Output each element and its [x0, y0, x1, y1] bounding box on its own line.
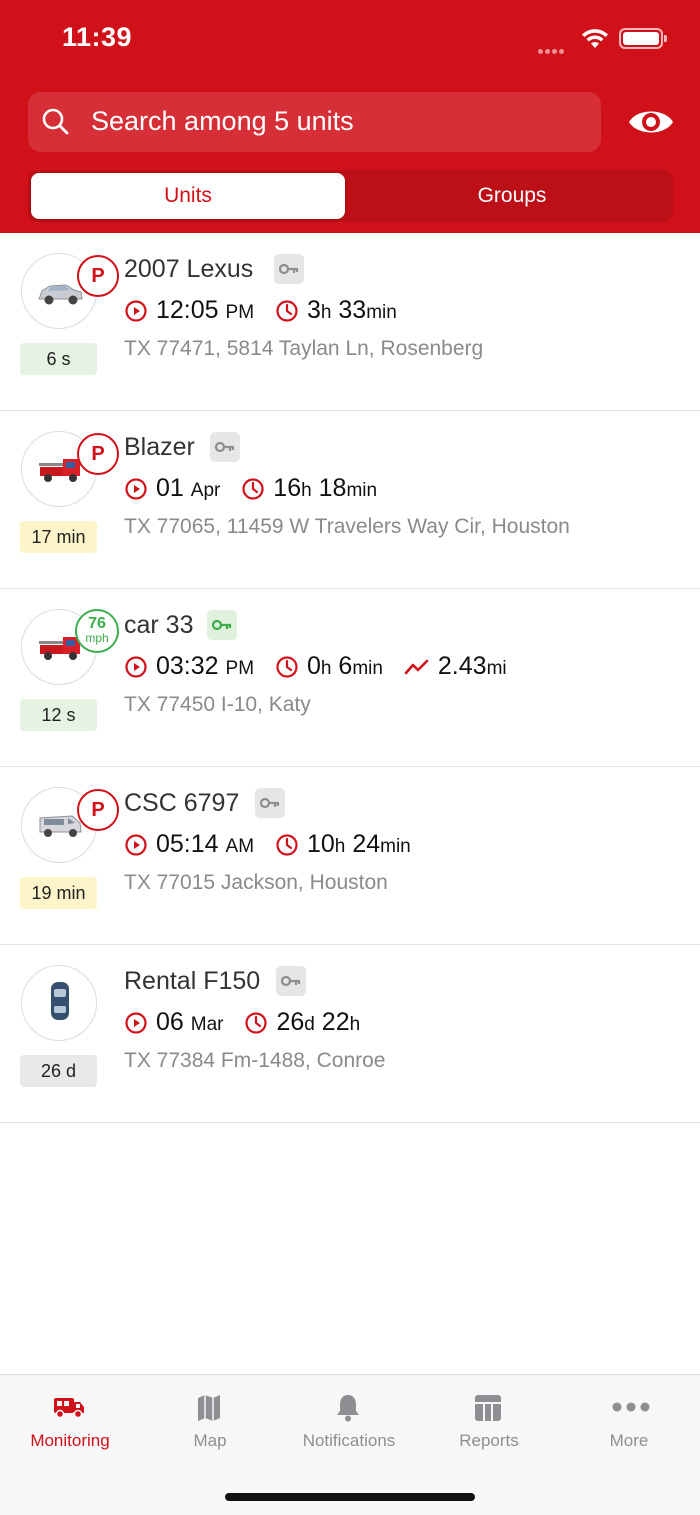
last-event-time: 03:32 PM: [124, 652, 254, 681]
tab-more[interactable]: More: [559, 1375, 699, 1465]
last-message-age-badge: 26 d: [20, 1055, 97, 1087]
last-event-time: 01 Apr: [124, 474, 220, 503]
unit-row[interactable]: 26 d Rental F150 06 Mar 26d 22h TX 77384…: [0, 945, 700, 1123]
status-bar-time: 11:39: [62, 22, 133, 52]
ignition-key-icon: [276, 966, 306, 996]
unit-row[interactable]: 76 mph 12 s car 33 03:32 PM 0h 6min 2.43…: [0, 589, 700, 767]
last-event-time: 12:05 PM: [124, 296, 254, 325]
play-circle-icon: [125, 834, 147, 856]
units-groups-segmented-control: Units Groups: [28, 170, 673, 222]
last-message-age-badge: 6 s: [20, 343, 97, 375]
duration: 16h 18min: [241, 474, 377, 503]
ignition-key-on-icon: [207, 610, 237, 640]
search-placeholder: Search among 5 units: [91, 106, 354, 136]
last-message-age-badge: 12 s: [20, 699, 97, 731]
unit-address: TX 77450 I-10, Katy: [124, 693, 311, 716]
unit-row[interactable]: P 6 s 2007 Lexus 12:05 PM 3h 33min TX 77…: [0, 233, 700, 411]
unit-name: car 33: [124, 611, 194, 639]
wifi-icon: [582, 29, 608, 48]
duration: 3h 33min: [275, 296, 397, 325]
ignition-key-icon: [210, 432, 240, 462]
unit-name: 2007 Lexus: [124, 255, 254, 283]
speed-unit: mph: [85, 631, 109, 645]
car-top-view-icon: [51, 982, 69, 1020]
tab-notifications[interactable]: Notifications: [279, 1375, 419, 1465]
map-icon: [198, 1395, 220, 1421]
duration: 26d 22h: [244, 1008, 360, 1037]
tab-monitoring[interactable]: Monitoring: [0, 1375, 140, 1465]
unit-name: CSC 6797: [124, 789, 240, 817]
table-icon: [475, 1395, 501, 1421]
duration: 0h 6min: [275, 652, 383, 681]
unit-address: TX 77384 Fm-1488, Conroe: [124, 1049, 386, 1072]
ignition-key-icon: [274, 254, 304, 284]
unit-stats: 01 Apr 16h 18min: [124, 473, 391, 505]
unit-stats: 06 Mar 26d 22h: [124, 1007, 374, 1039]
unit-address: TX 77015 Jackson, Houston: [124, 871, 388, 894]
clock-icon: [242, 478, 264, 500]
speed-value: 76: [88, 615, 106, 632]
search-icon: [42, 108, 69, 135]
play-circle-icon: [125, 300, 147, 322]
unit-stats: 03:32 PM 0h 6min 2.43mi: [124, 651, 521, 683]
unit-name: Blazer: [124, 433, 195, 461]
last-event-time: 06 Mar: [124, 1008, 224, 1037]
parked-badge: P: [77, 433, 119, 475]
last-message-age-badge: 19 min: [20, 877, 97, 909]
last-message-age-badge: 17 min: [20, 521, 97, 553]
clock-icon: [276, 656, 298, 678]
app-header: 11:39 Search among 5 units Units Groups: [0, 0, 700, 233]
trip-distance: 2.43mi: [404, 652, 507, 681]
truck-icon: [54, 1398, 84, 1419]
tab-notifications-label: Notifications: [302, 1431, 396, 1450]
clock-icon: [276, 834, 298, 856]
unit-address: TX 77065, 11459 W Travelers Way Cir, Hou…: [124, 515, 570, 538]
tab-map[interactable]: Map: [140, 1375, 280, 1465]
unit-row[interactable]: P 19 min CSC 6797 05:14 AM 10h 24min TX …: [0, 767, 700, 945]
home-indicator: [225, 1493, 475, 1501]
unit-stats: 05:14 AM 10h 24min: [124, 829, 425, 861]
search-bar[interactable]: Search among 5 units: [28, 92, 601, 152]
segment-units[interactable]: Units: [31, 173, 345, 219]
tab-map-label: Map: [193, 1431, 227, 1450]
duration: 10h 24min: [275, 830, 411, 859]
ignition-key-icon: [255, 788, 285, 818]
last-event-time: 05:14 AM: [124, 830, 254, 859]
play-circle-icon: [125, 478, 147, 500]
speed-badge: 76 mph: [75, 609, 119, 653]
unit-row[interactable]: P 17 min Blazer 01 Apr 16h 18min TX 7706…: [0, 411, 700, 589]
parked-badge: P: [77, 789, 119, 831]
cellular-signal-icon: [538, 41, 572, 54]
more-dots-icon: [612, 1402, 650, 1412]
battery-icon: [619, 28, 667, 49]
unit-avatar: [21, 965, 97, 1041]
clock-icon: [276, 300, 298, 322]
tab-more-label: More: [609, 1431, 649, 1450]
tab-reports[interactable]: Reports: [419, 1375, 559, 1465]
parked-badge: P: [77, 255, 119, 297]
trend-line-icon: [404, 659, 429, 675]
clock-icon: [245, 1012, 268, 1034]
unit-stats: 12:05 PM 3h 33min: [124, 295, 411, 327]
unit-address: TX 77471, 5814 Taylan Ln, Rosenberg: [124, 337, 484, 360]
segment-groups[interactable]: Groups: [354, 173, 670, 219]
play-circle-icon: [125, 656, 147, 678]
tab-reports-label: Reports: [459, 1431, 519, 1450]
tab-monitoring-label: Monitoring: [30, 1431, 110, 1450]
units-list: P 6 s 2007 Lexus 12:05 PM 3h 33min TX 77…: [0, 233, 700, 1123]
unit-name: Rental F150: [124, 967, 261, 995]
play-circle-icon: [125, 1012, 147, 1034]
eye-icon[interactable]: [627, 105, 675, 139]
bell-icon: [337, 1395, 359, 1422]
